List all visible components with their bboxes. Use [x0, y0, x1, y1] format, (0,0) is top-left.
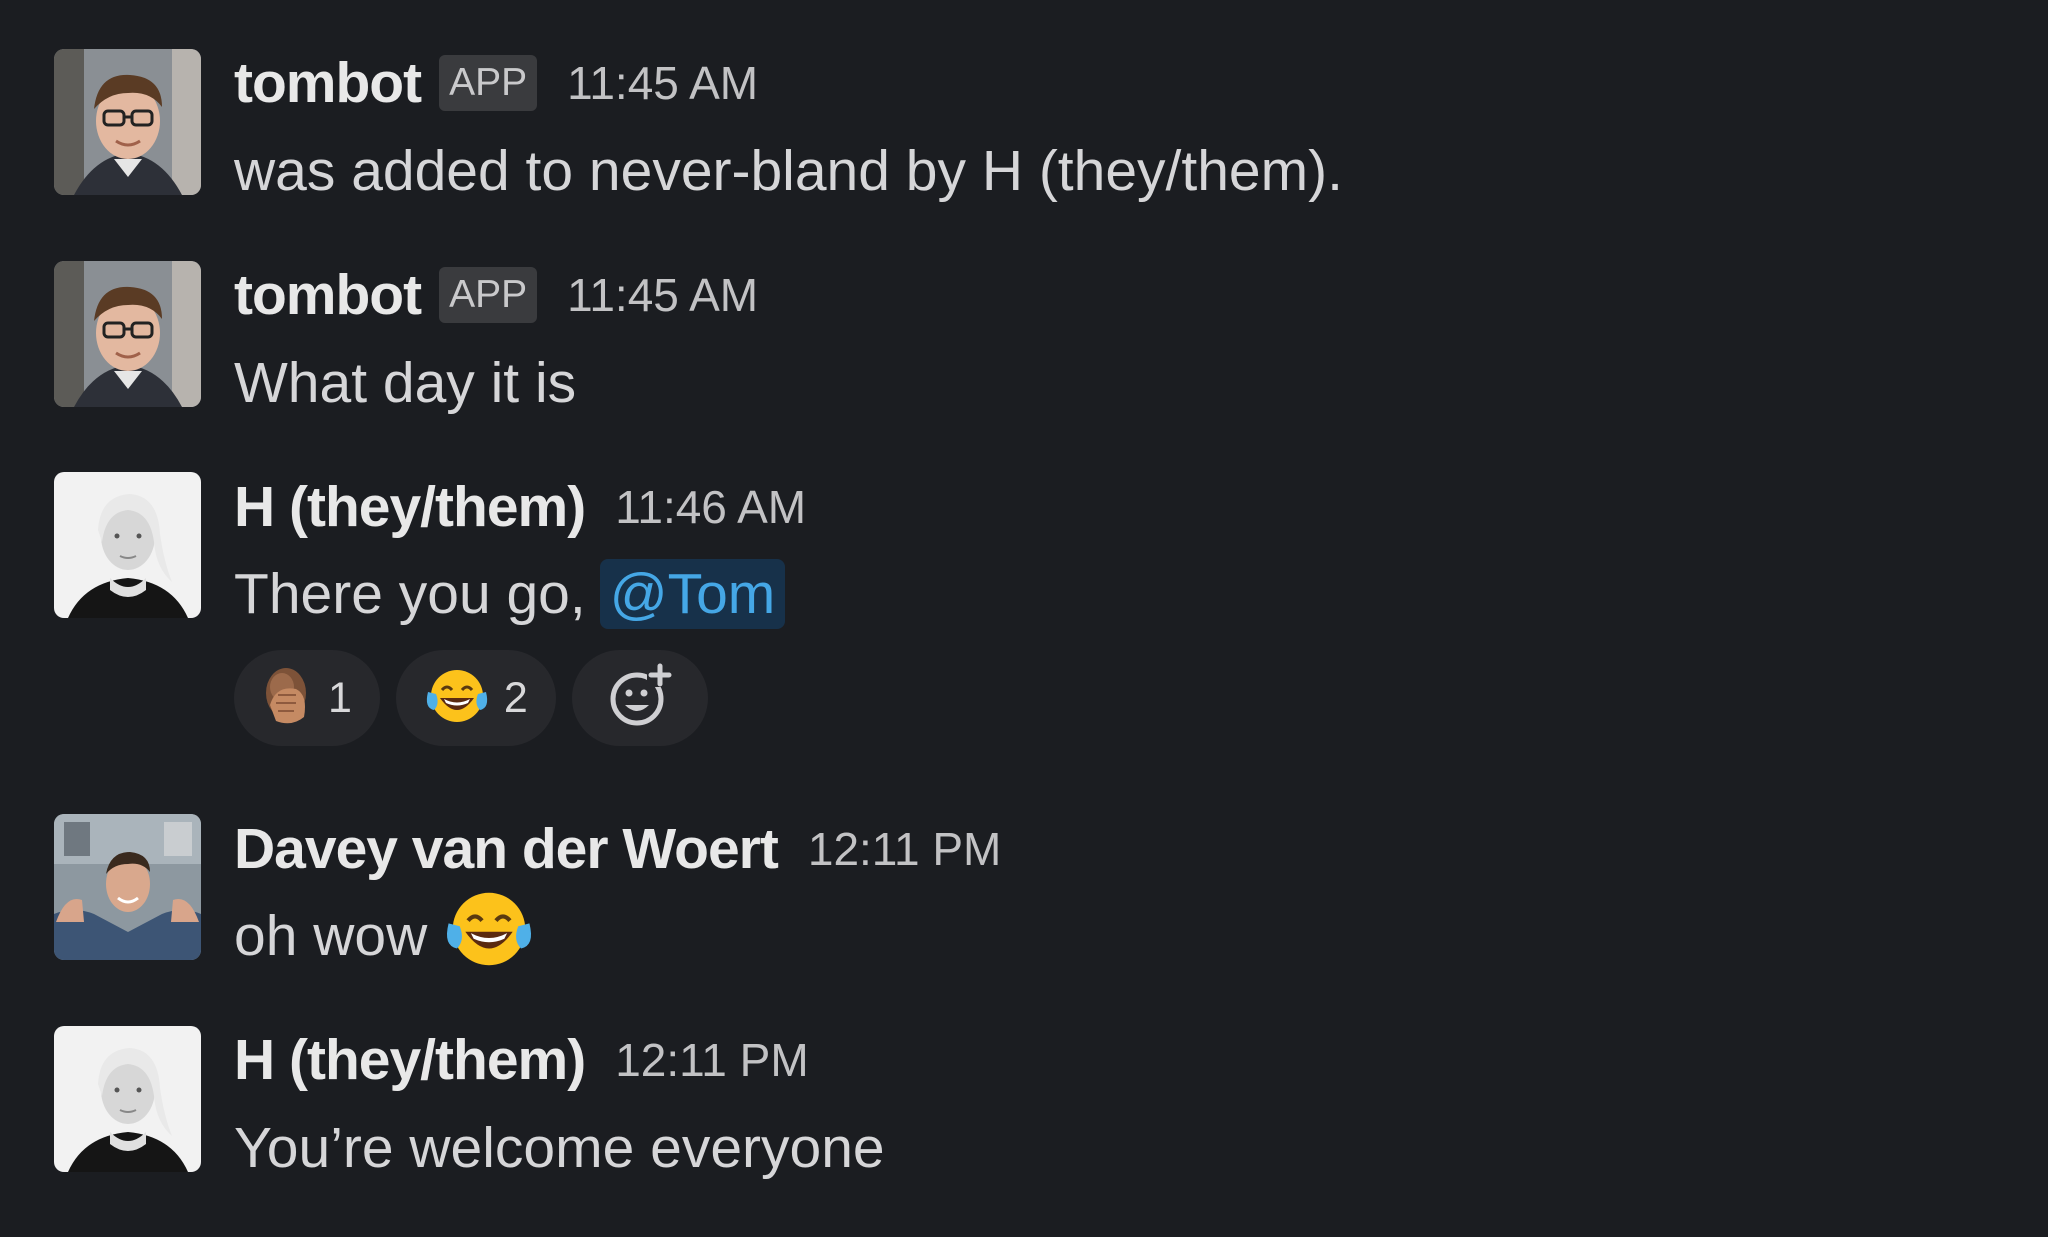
reaction-facepalm[interactable]: 1: [234, 650, 380, 746]
author-name[interactable]: H (they/them): [234, 1027, 586, 1093]
message-feed: tombot APP 11:45 AM was added to never-b…: [0, 0, 2048, 1237]
message-text-content: There you go,: [234, 562, 586, 626]
message-text: You’re welcome everyone: [234, 1116, 885, 1180]
avatar[interactable]: [54, 49, 201, 195]
avatar[interactable]: [54, 261, 201, 407]
tears-of-joy-emoji-icon: [424, 666, 490, 731]
timestamp[interactable]: 11:45 AM: [567, 268, 758, 322]
message-header: H (they/them) 12:11 PM: [234, 1025, 809, 1095]
avatar[interactable]: [54, 814, 201, 960]
message-text: was added to never-bland by H (they/them…: [234, 139, 1343, 203]
timestamp[interactable]: 12:11 PM: [808, 822, 1001, 876]
timestamp[interactable]: 12:11 PM: [615, 1033, 808, 1087]
avatar[interactable]: [54, 1026, 201, 1172]
message-header: tombot APP 11:45 AM: [234, 260, 758, 330]
message-header: tombot APP 11:45 AM: [234, 48, 758, 118]
author-name[interactable]: H (they/them): [234, 474, 586, 540]
reaction-bar: 1 2: [234, 650, 708, 746]
add-reaction-button[interactable]: [571, 650, 708, 746]
user-mention[interactable]: @Tom: [599, 559, 786, 629]
author-name[interactable]: tombot: [234, 50, 422, 116]
author-name[interactable]: tombot: [234, 262, 422, 328]
message-text: oh wow: [234, 892, 535, 972]
timestamp[interactable]: 11:45 AM: [567, 56, 758, 110]
message-text-content: oh wow: [234, 904, 428, 968]
message-header: H (they/them) 11:46 AM: [234, 472, 806, 542]
tears-of-joy-emoji-icon: [443, 887, 535, 985]
reaction-count: 2: [503, 673, 528, 722]
author-name[interactable]: Davey van der Woert: [234, 816, 779, 882]
app-badge: APP: [439, 267, 538, 323]
avatar[interactable]: [54, 472, 201, 618]
add-emoji-icon: [607, 662, 673, 734]
facepalm-emoji-icon: [262, 665, 314, 732]
timestamp[interactable]: 11:46 AM: [615, 480, 806, 534]
reaction-count: 1: [328, 673, 352, 722]
app-badge: APP: [439, 55, 538, 111]
message-header: Davey van der Woert 12:11 PM: [234, 814, 1001, 884]
reaction-tears-of-joy[interactable]: 2: [395, 650, 556, 746]
message-text: What day it is: [234, 351, 577, 415]
message-text: There you go, @Tom: [234, 558, 786, 630]
